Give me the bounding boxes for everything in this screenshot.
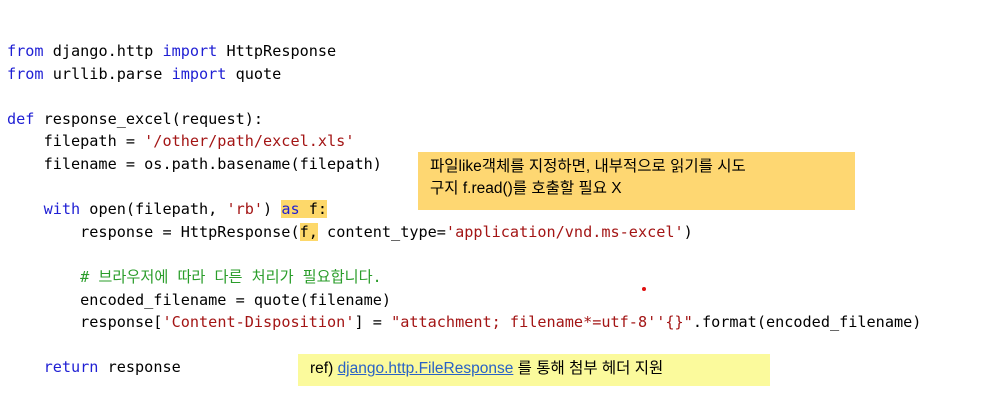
import-name: quote [226, 64, 282, 83]
annotation-note-file-object: 파일like객체를 지정하면, 내부적으로 읽기를 시도 구지 f.read()… [418, 152, 855, 210]
string-literal: 'rb' [226, 200, 264, 219]
annotation-note-file-response: ref) django.http.FileResponse 를 통해 첨부 헤더… [298, 354, 770, 386]
code-line-2: from urllib.parse import quote [7, 63, 921, 86]
note-ref-prefix: ref) [310, 360, 334, 377]
code-text: f: [299, 200, 328, 219]
code-text: ) [263, 200, 282, 219]
string-literal: "attachment; filename*=utf-8''{}" [391, 313, 693, 332]
keyword: def [7, 109, 35, 128]
string-literal: 'application/vnd.ms-excel' [445, 222, 684, 241]
red-dot-marker [642, 287, 646, 291]
code-line-5: filepath = '/other/path/excel.xls' [7, 130, 921, 153]
code-comment: # 브라우저에 따라 다른 처리가 필요합니다. [7, 267, 382, 286]
note-line: 파일like객체를 지정하면, 내부적으로 읽기를 시도 [430, 158, 746, 175]
code-text: ) [683, 222, 693, 241]
module-name: django.http [43, 42, 163, 60]
code-text: response[ [7, 313, 163, 332]
function-signature: response_excel(request): [34, 109, 264, 128]
keyword: import [171, 64, 227, 83]
code-text: ] = [354, 313, 392, 332]
keyword: from [7, 64, 44, 83]
code-text: filepath = [7, 132, 145, 151]
module-name: urllib.parse [43, 64, 172, 83]
highlighted-as-clause: as f: [281, 200, 328, 219]
code-line-12: encoded_filename = quote(filename) [7, 289, 921, 312]
code-text: content_type= [317, 222, 446, 241]
code-line-11: # 브라우저에 따라 다른 처리가 필요합니다. [7, 266, 921, 289]
keyword: import [162, 42, 218, 60]
string-literal: '/other/path/excel.xls' [144, 132, 355, 151]
code-text: open(filepath, [80, 200, 227, 219]
code-text: response [98, 358, 181, 377]
code-line-1: from django.http import HttpResponse [7, 40, 921, 63]
highlighted-file-arg: f, [299, 222, 318, 241]
keyword: with [43, 200, 81, 219]
string-literal: 'Content-Disposition' [162, 313, 355, 332]
keyword: return [43, 358, 99, 377]
keyword: from [7, 42, 44, 60]
note-text: 를 통해 첨부 헤더 지원 [517, 360, 664, 377]
code-line-9: response = HttpResponse(f, content_type=… [7, 221, 921, 244]
code-text: response = HttpResponse( [7, 222, 300, 241]
code-text: .format(encoded_filename) [692, 313, 922, 332]
code-line-13: response['Content-Disposition'] = "attac… [7, 311, 921, 334]
keyword: as [281, 200, 300, 219]
code-text: filename = os.path.basename(filepath) [7, 154, 382, 173]
import-name: HttpResponse [217, 42, 337, 60]
code-text: encoded_filename = quote(filename) [7, 290, 392, 309]
code-line-4: def response_excel(request): [7, 108, 921, 131]
note-line: 구지 f.read()를 호출할 필요 X [430, 180, 622, 197]
file-response-link[interactable]: django.http.FileResponse [338, 360, 514, 377]
